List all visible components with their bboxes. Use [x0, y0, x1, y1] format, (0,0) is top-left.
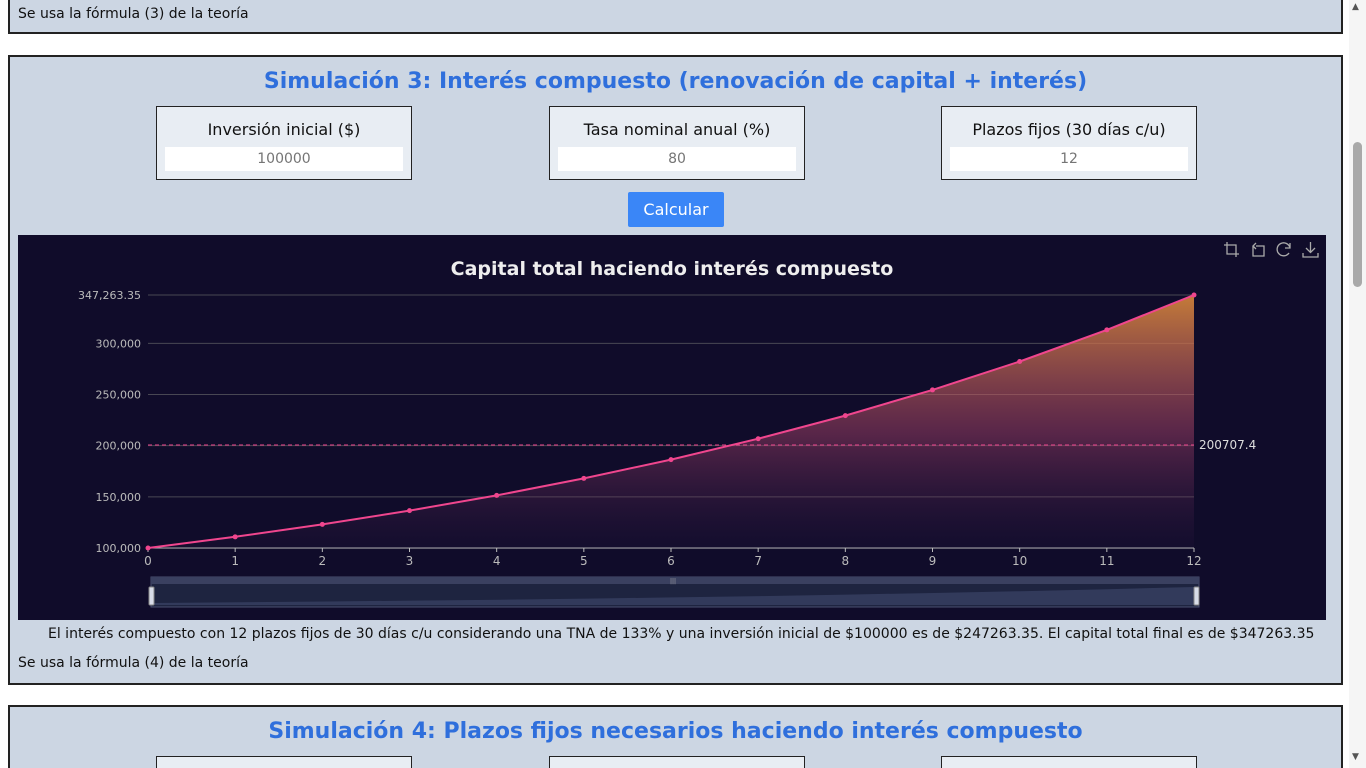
x-tick-label: 8 [842, 554, 850, 568]
input-box [549, 756, 805, 768]
restore-icon[interactable] [1276, 242, 1291, 257]
data-point[interactable] [668, 457, 674, 463]
page-scrollbar[interactable]: ▲ ▼ [1349, 0, 1366, 768]
x-tick-label: 0 [144, 554, 152, 568]
formula-note: Se usa la fórmula (4) de la teoría [18, 655, 249, 671]
compound-interest-chart: Capital total haciendo interés compuesto [18, 235, 1326, 620]
data-point[interactable] [581, 475, 587, 481]
y-tick-label: 150,000 [96, 491, 142, 504]
data-point[interactable] [1191, 292, 1197, 298]
data-point[interactable] [1104, 327, 1110, 333]
x-tick-label: 4 [493, 554, 501, 568]
x-tick-label: 10 [1012, 554, 1027, 568]
zoom-reset-icon[interactable] [1252, 242, 1265, 257]
simulation-3-card: Simulación 3: Interés compuesto (renovac… [8, 55, 1343, 685]
x-tick-label: 9 [929, 554, 937, 568]
x-tick-label: 1 [231, 554, 239, 568]
zoom-handle-right[interactable] [1193, 586, 1200, 606]
x-tick-label: 6 [667, 554, 675, 568]
chart-canvas: Capital total haciendo interés compuesto [78, 242, 1319, 608]
fixed-terms-input[interactable] [950, 147, 1188, 171]
y-tick-label: 100,000 [96, 542, 142, 555]
y-tick-label: 250,000 [96, 389, 142, 402]
download-icon[interactable] [1302, 242, 1319, 258]
x-tick-label: 2 [319, 554, 327, 568]
zoom-handle-left[interactable] [148, 586, 155, 606]
data-zoom-slider[interactable]: ||| [148, 576, 1200, 608]
x-tick-label: 12 [1186, 554, 1201, 568]
data-point[interactable] [232, 534, 238, 540]
scroll-up-icon[interactable]: ▲ [1352, 2, 1359, 12]
data-point[interactable] [1017, 358, 1023, 364]
simulation-title: Simulación 4: Plazos fijos necesarios ha… [268, 719, 1083, 744]
fixed-terms-box: Plazos fijos (30 días c/u) [941, 106, 1197, 180]
data-point[interactable] [494, 492, 500, 498]
nominal-rate-input[interactable] [558, 147, 796, 171]
data-point[interactable] [145, 545, 151, 551]
simulation-2-card: Se usa la fórmula (3) de la teoría [8, 0, 1343, 34]
page: Se usa la fórmula (3) de la teoría Simul… [0, 0, 1366, 768]
y-tick-label: 300,000 [96, 337, 142, 350]
initial-investment-box: Inversión inicial ($) [156, 106, 412, 180]
simulation-4-card: Simulación 4: Plazos fijos necesarios ha… [8, 705, 1343, 768]
result-text: El interés compuesto con 12 plazos fijos… [48, 626, 1315, 642]
x-tick-label: 5 [580, 554, 588, 568]
y-tick-label: 347,263.35 [78, 289, 141, 302]
simulation-title: Simulación 3: Interés compuesto (renovac… [263, 69, 1088, 94]
x-tick-label: 3 [406, 554, 414, 568]
data-point[interactable] [319, 521, 325, 527]
initial-investment-label: Inversión inicial ($) [207, 120, 361, 139]
scroll-thumb[interactable] [1353, 142, 1362, 287]
svg-text:|||: ||| [670, 578, 676, 585]
calculate-button[interactable]: Calcular [628, 192, 724, 227]
initial-investment-input[interactable] [165, 147, 403, 171]
series-area [148, 295, 1194, 548]
zoom-icon[interactable] [1224, 242, 1239, 257]
formula-note: Se usa la fórmula (3) de la teoría [18, 6, 249, 22]
x-tick-label: 7 [754, 554, 762, 568]
x-axis: 0 1 2 3 4 5 6 7 8 9 10 11 12 [144, 547, 1202, 568]
input-box [156, 756, 412, 768]
y-tick-label: 200,000 [96, 440, 142, 453]
y-axis: 100,000 150,000 200,000 250,000 300,000 347,2… [78, 289, 141, 555]
scroll-down-icon[interactable]: ▼ [1352, 752, 1359, 762]
input-box [941, 756, 1197, 768]
chart-title: Capital total haciendo interés compuesto [451, 258, 894, 280]
data-point[interactable] [842, 413, 848, 419]
fixed-terms-label: Plazos fijos (30 días c/u) [972, 120, 1166, 139]
nominal-rate-label: Tasa nominal anual (%) [583, 120, 771, 139]
mark-line-label: 200707.4 [1199, 438, 1256, 452]
data-point[interactable] [407, 508, 412, 514]
chart-toolbox [1224, 242, 1319, 258]
nominal-rate-box: Tasa nominal anual (%) [549, 106, 805, 180]
data-point[interactable] [930, 387, 935, 393]
x-tick-label: 11 [1099, 554, 1114, 568]
data-point[interactable] [755, 436, 761, 442]
